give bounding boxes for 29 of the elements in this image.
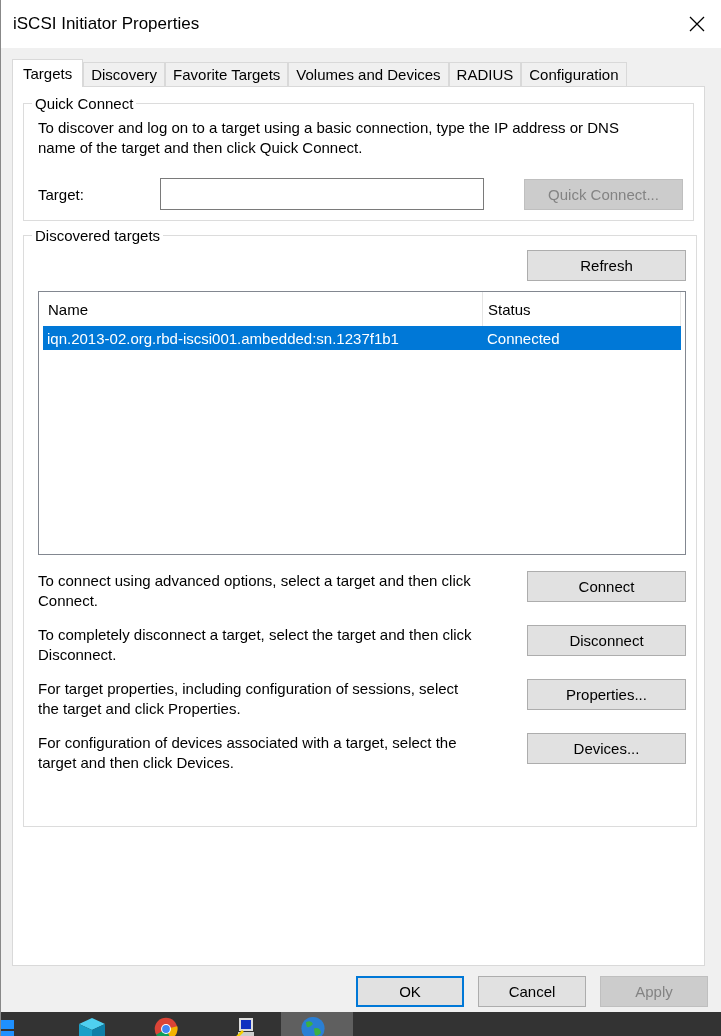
table-cell-text: Connected bbox=[486, 329, 561, 347]
close-icon bbox=[687, 14, 707, 34]
action-button[interactable]: Connect bbox=[527, 571, 686, 602]
action-button[interactable]: Devices... bbox=[527, 733, 686, 764]
action-button[interactable]: Properties... bbox=[527, 679, 686, 710]
tab[interactable]: Configuration bbox=[521, 62, 627, 86]
target-row[interactable]: iqn.2013-02.org.rbd-iscsi001.ambedded:sn.1237f1b1 Connected bbox=[43, 326, 681, 350]
instruction-text: For target properties, including configuration of sessions, select the target and click Properties. bbox=[38, 679, 460, 719]
close-button[interactable] bbox=[687, 14, 707, 34]
group-title: Discovered targets bbox=[34, 227, 162, 244]
refresh-button[interactable]: Refresh bbox=[527, 250, 686, 281]
instruction-text: To connect using advanced options, select a target and then click Connect. bbox=[38, 571, 472, 611]
instruction-text: For configuration of devices associated with a target, select the target and then click Devices. bbox=[38, 733, 458, 773]
tab[interactable]: Volumes and Devices bbox=[288, 62, 449, 86]
tab[interactable]: RADIUS bbox=[448, 62, 522, 86]
dialog-button[interactable]: Cancel bbox=[478, 976, 586, 1007]
group-title: Quick Connect bbox=[34, 95, 135, 112]
dialog-button[interactable]: OK bbox=[356, 976, 464, 1007]
window-title: iSCSI Initiator Properties bbox=[13, 14, 200, 34]
tab[interactable]: Favorite Targets bbox=[165, 62, 289, 86]
tab[interactable]: Targets bbox=[12, 59, 84, 87]
windows-icon[interactable] bbox=[1, 1020, 15, 1036]
instruction-text: To completely disconnect a target, select the target and then click Disconnect. bbox=[38, 625, 473, 665]
target-field[interactable] bbox=[159, 178, 484, 210]
table-cell-text: iqn.2013-02.org.rbd-iscsi001.ambedded:sn.1237f1b1 bbox=[46, 329, 400, 347]
target-label: Target: bbox=[38, 185, 84, 203]
tab[interactable]: Discovery bbox=[83, 62, 166, 86]
action-button[interactable]: Disconnect bbox=[527, 625, 686, 656]
instruction-text: To discover and log on to a target using a basic connection, type the IP address or DNS name of the target and then click Quick Connect. bbox=[38, 118, 620, 158]
